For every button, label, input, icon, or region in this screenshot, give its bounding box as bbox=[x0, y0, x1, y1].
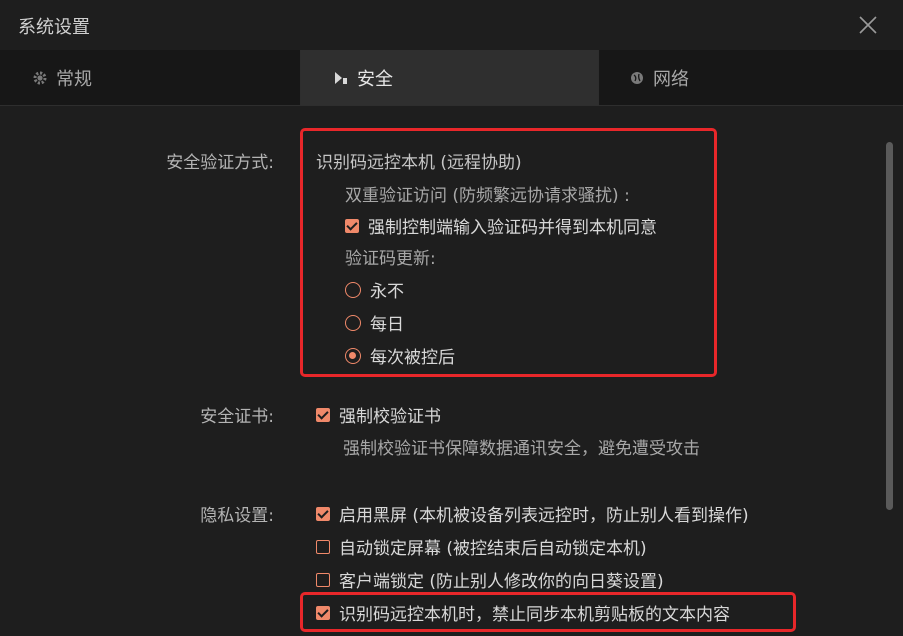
tab-general-label: 常规 bbox=[56, 68, 92, 90]
tab-security[interactable]: 安全 bbox=[301, 50, 598, 105]
security-settings-panel: 安全验证方式: 识别码远控本机 (远程协助) 双重验证访问 (防频繁远协请求骚扰… bbox=[0, 106, 903, 636]
tab-network-label: 网络 bbox=[653, 68, 689, 90]
highlight-box bbox=[300, 128, 717, 377]
client-lock-label: 客户端锁定 (防止别人修改你的向日葵设置) bbox=[339, 572, 664, 592]
certificate-description: 强制校验证书保障数据通讯安全，避免遭受攻击 bbox=[343, 439, 700, 459]
black-screen-checkbox[interactable] bbox=[316, 506, 330, 521]
window-title: 系统设置 bbox=[18, 17, 90, 38]
scrollbar[interactable] bbox=[886, 142, 893, 510]
tab-general[interactable]: 常规 bbox=[0, 50, 300, 105]
client-lock-checkbox[interactable] bbox=[316, 572, 330, 587]
force-certificate-option[interactable]: 强制校验证书 bbox=[316, 402, 441, 427]
privacy-label: 隐私设置: bbox=[200, 506, 274, 526]
highlight-box bbox=[300, 592, 796, 632]
globe-icon bbox=[629, 70, 645, 86]
force-certificate-checkbox[interactable] bbox=[316, 407, 330, 422]
black-screen-label: 启用黑屏 (本机被设备列表远控时，防止别人看到操作) bbox=[339, 506, 749, 526]
privacy-option-auto-lock[interactable]: 自动锁定屏幕 (被控结束后自动锁定本机) bbox=[316, 534, 647, 559]
privacy-option-black-screen[interactable]: 启用黑屏 (本机被设备列表远控时，防止别人看到操作) bbox=[316, 501, 749, 526]
tab-network[interactable]: 网络 bbox=[599, 50, 903, 105]
title-bar: 系统设置 bbox=[0, 0, 903, 51]
security-verification-label: 安全验证方式: bbox=[166, 153, 274, 173]
certificate-label: 安全证书: bbox=[200, 407, 274, 427]
privacy-option-client-lock[interactable]: 客户端锁定 (防止别人修改你的向日葵设置) bbox=[316, 567, 664, 592]
tab-bar: 常规 安全 网络 bbox=[0, 50, 903, 106]
gear-icon bbox=[32, 70, 48, 86]
shield-icon bbox=[333, 70, 349, 86]
close-icon[interactable] bbox=[855, 12, 881, 38]
tab-security-label: 安全 bbox=[357, 68, 393, 90]
auto-lock-label: 自动锁定屏幕 (被控结束后自动锁定本机) bbox=[339, 539, 647, 559]
force-certificate-label: 强制校验证书 bbox=[339, 407, 441, 427]
auto-lock-checkbox[interactable] bbox=[316, 539, 330, 554]
